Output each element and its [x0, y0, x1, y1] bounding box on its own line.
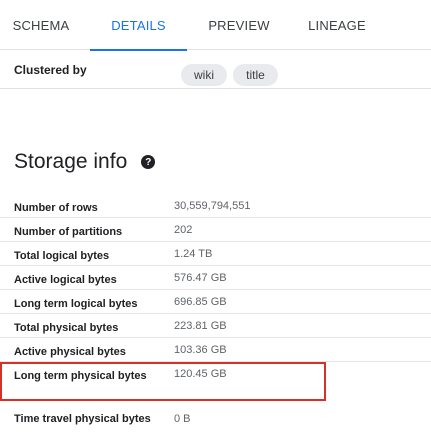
row-value: 202	[174, 224, 193, 236]
clustered-by-label: Clustered by	[14, 63, 87, 77]
table-row: Active physical bytes 103.36 GB	[0, 338, 431, 362]
row-key: Long term physical bytes	[14, 370, 147, 382]
help-icon[interactable]: ?	[141, 155, 156, 169]
storage-info-heading: Storage info ?	[14, 150, 156, 174]
row-value: 120.45 GB	[174, 368, 227, 380]
details-panel: SCHEMA DETAILS PREVIEW LINEAGE Clustered…	[0, 0, 431, 447]
row-key: Active logical bytes	[14, 274, 117, 286]
storage-info-table: Number of rows 30,559,794,551 Number of …	[0, 194, 431, 447]
cluster-chip: title	[233, 64, 278, 86]
table-row: Time travel physical bytes 0 B	[0, 401, 431, 447]
table-row: Active logical bytes 576.47 GB	[0, 266, 431, 290]
row-value: 1.24 TB	[174, 248, 213, 260]
row-value: 0 B	[174, 413, 191, 425]
tab-bar: SCHEMA DETAILS PREVIEW LINEAGE	[0, 0, 431, 51]
table-row: Total logical bytes 1.24 TB	[0, 242, 431, 266]
cluster-chip: wiki	[181, 64, 227, 86]
row-key: Number of rows	[14, 202, 98, 214]
row-value: 696.85 GB	[174, 296, 227, 308]
row-key: Long term logical bytes	[14, 298, 138, 310]
table-row: Total physical bytes 223.81 GB	[0, 314, 431, 338]
storage-info-title: Storage info	[14, 150, 128, 173]
row-value: 103.36 GB	[174, 344, 227, 356]
table-row: Long term logical bytes 696.85 GB	[0, 290, 431, 314]
row-key: Active physical bytes	[14, 346, 126, 358]
table-row: Number of partitions 202	[0, 218, 431, 242]
tab-schema[interactable]: SCHEMA	[0, 0, 82, 50]
tab-preview[interactable]: PREVIEW	[196, 0, 282, 50]
highlighted-table-row: Long term physical bytes 120.45 GB	[0, 362, 326, 401]
tab-details[interactable]: DETAILS	[90, 0, 187, 51]
row-value: 30,559,794,551	[174, 200, 251, 212]
table-row: Number of rows 30,559,794,551	[0, 194, 431, 218]
row-key: Total physical bytes	[14, 322, 119, 334]
row-value: 576.47 GB	[174, 272, 227, 284]
clustered-by-row: Clustered by wiki title	[0, 59, 431, 89]
row-key: Number of partitions	[14, 226, 123, 238]
row-key: Total logical bytes	[14, 250, 110, 262]
row-value: 223.81 GB	[174, 320, 227, 332]
row-key: Time travel physical bytes	[14, 413, 151, 425]
tab-lineage[interactable]: LINEAGE	[298, 0, 376, 50]
